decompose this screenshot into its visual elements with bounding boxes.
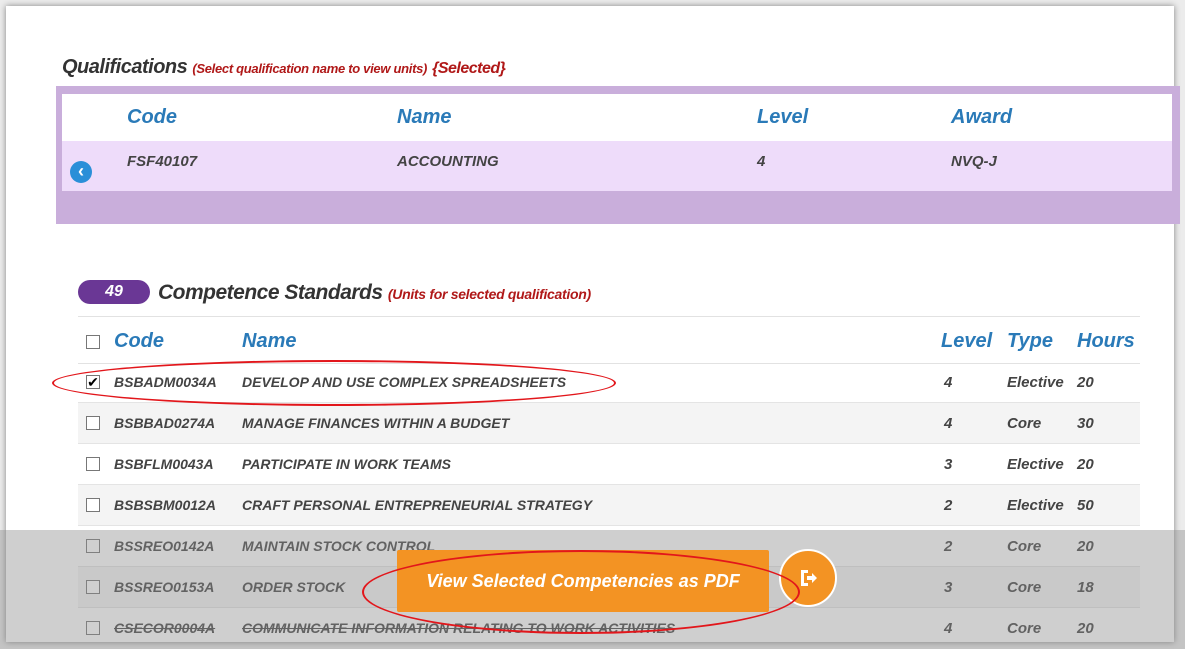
unit-code: BSBBAD0274A (114, 415, 216, 431)
chevron-left-circle-icon[interactable]: ‹ (70, 161, 92, 183)
unit-name: PARTICIPATE IN WORK TEAMS (242, 456, 451, 472)
qualifications-selected-label: {Selected} (432, 60, 506, 77)
unit-level: 3 (944, 456, 953, 473)
unit-type: Elective (1007, 374, 1064, 391)
unit-level: 2 (944, 497, 953, 514)
unit-level: 4 (944, 374, 953, 391)
row-checkbox[interactable] (86, 457, 100, 471)
export-icon[interactable] (779, 549, 837, 607)
row-checkbox[interactable] (86, 498, 100, 512)
competence-title: Competence Standards (Units for selected… (158, 281, 591, 304)
unit-type: Elective (1007, 456, 1064, 473)
comp-col-name: Name (242, 330, 297, 352)
row-checkbox[interactable]: ✔ (86, 375, 100, 389)
comp-col-type: Type (1007, 330, 1053, 352)
view-pdf-button[interactable]: View Selected Competencies as PDF (397, 550, 769, 612)
unit-hours: 20 (1077, 456, 1094, 473)
unit-name: CRAFT PERSONAL ENTREPRENEURIAL STRATEGY (242, 497, 593, 513)
unit-level: 4 (944, 415, 953, 432)
qual-name[interactable]: ACCOUNTING (397, 153, 499, 170)
row-checkbox[interactable] (86, 416, 100, 430)
qual-award: NVQ-J (951, 153, 997, 170)
unit-code: BSBFLM0043A (114, 456, 214, 472)
table-row[interactable]: BSBFLM0043A PARTICIPATE IN WORK TEAMS 3 … (78, 444, 1140, 485)
competence-hint: (Units for selected qualification) (387, 286, 591, 302)
unit-name: DEVELOP AND USE COMPLEX SPREADSHEETS (242, 374, 567, 390)
unit-count-badge: 49 (78, 280, 150, 304)
table-row[interactable]: ✔ BSBADM0034A DEVELOP AND USE COMPLEX SP… (78, 362, 1140, 403)
table-row[interactable]: BSBSBM0012A CRAFT PERSONAL ENTREPRENEURI… (78, 485, 1140, 526)
unit-hours: 30 (1077, 415, 1094, 432)
comp-col-code: Code (114, 330, 164, 352)
table-row[interactable]: BSBBAD0274A MANAGE FINANCES WITHIN A BUD… (78, 403, 1140, 444)
unit-name: MANAGE FINANCES WITHIN A BUDGET (242, 415, 510, 431)
qual-col-award: Award (951, 106, 1013, 128)
qual-col-name: Name (397, 106, 452, 128)
qualifications-title: Qualifications (Select qualification nam… (62, 56, 506, 78)
unit-hours: 20 (1077, 374, 1094, 391)
qual-col-level: Level (757, 106, 809, 128)
qualifications-hint: (Select qualification name to view units… (192, 61, 428, 76)
qual-code: FSF40107 (127, 153, 198, 170)
unit-hours: 50 (1077, 497, 1094, 514)
unit-type: Elective (1007, 497, 1064, 514)
comp-col-level: Level (941, 330, 993, 352)
unit-code: BSBSBM0012A (114, 497, 216, 513)
comp-col-hours: Hours (1077, 330, 1135, 352)
qual-col-code: Code (127, 106, 177, 128)
unit-type: Core (1007, 415, 1042, 432)
qual-level: 4 (757, 153, 766, 170)
unit-code: BSBADM0034A (114, 374, 217, 390)
select-all-checkbox[interactable] (86, 335, 100, 349)
qualification-row[interactable] (62, 141, 1172, 191)
